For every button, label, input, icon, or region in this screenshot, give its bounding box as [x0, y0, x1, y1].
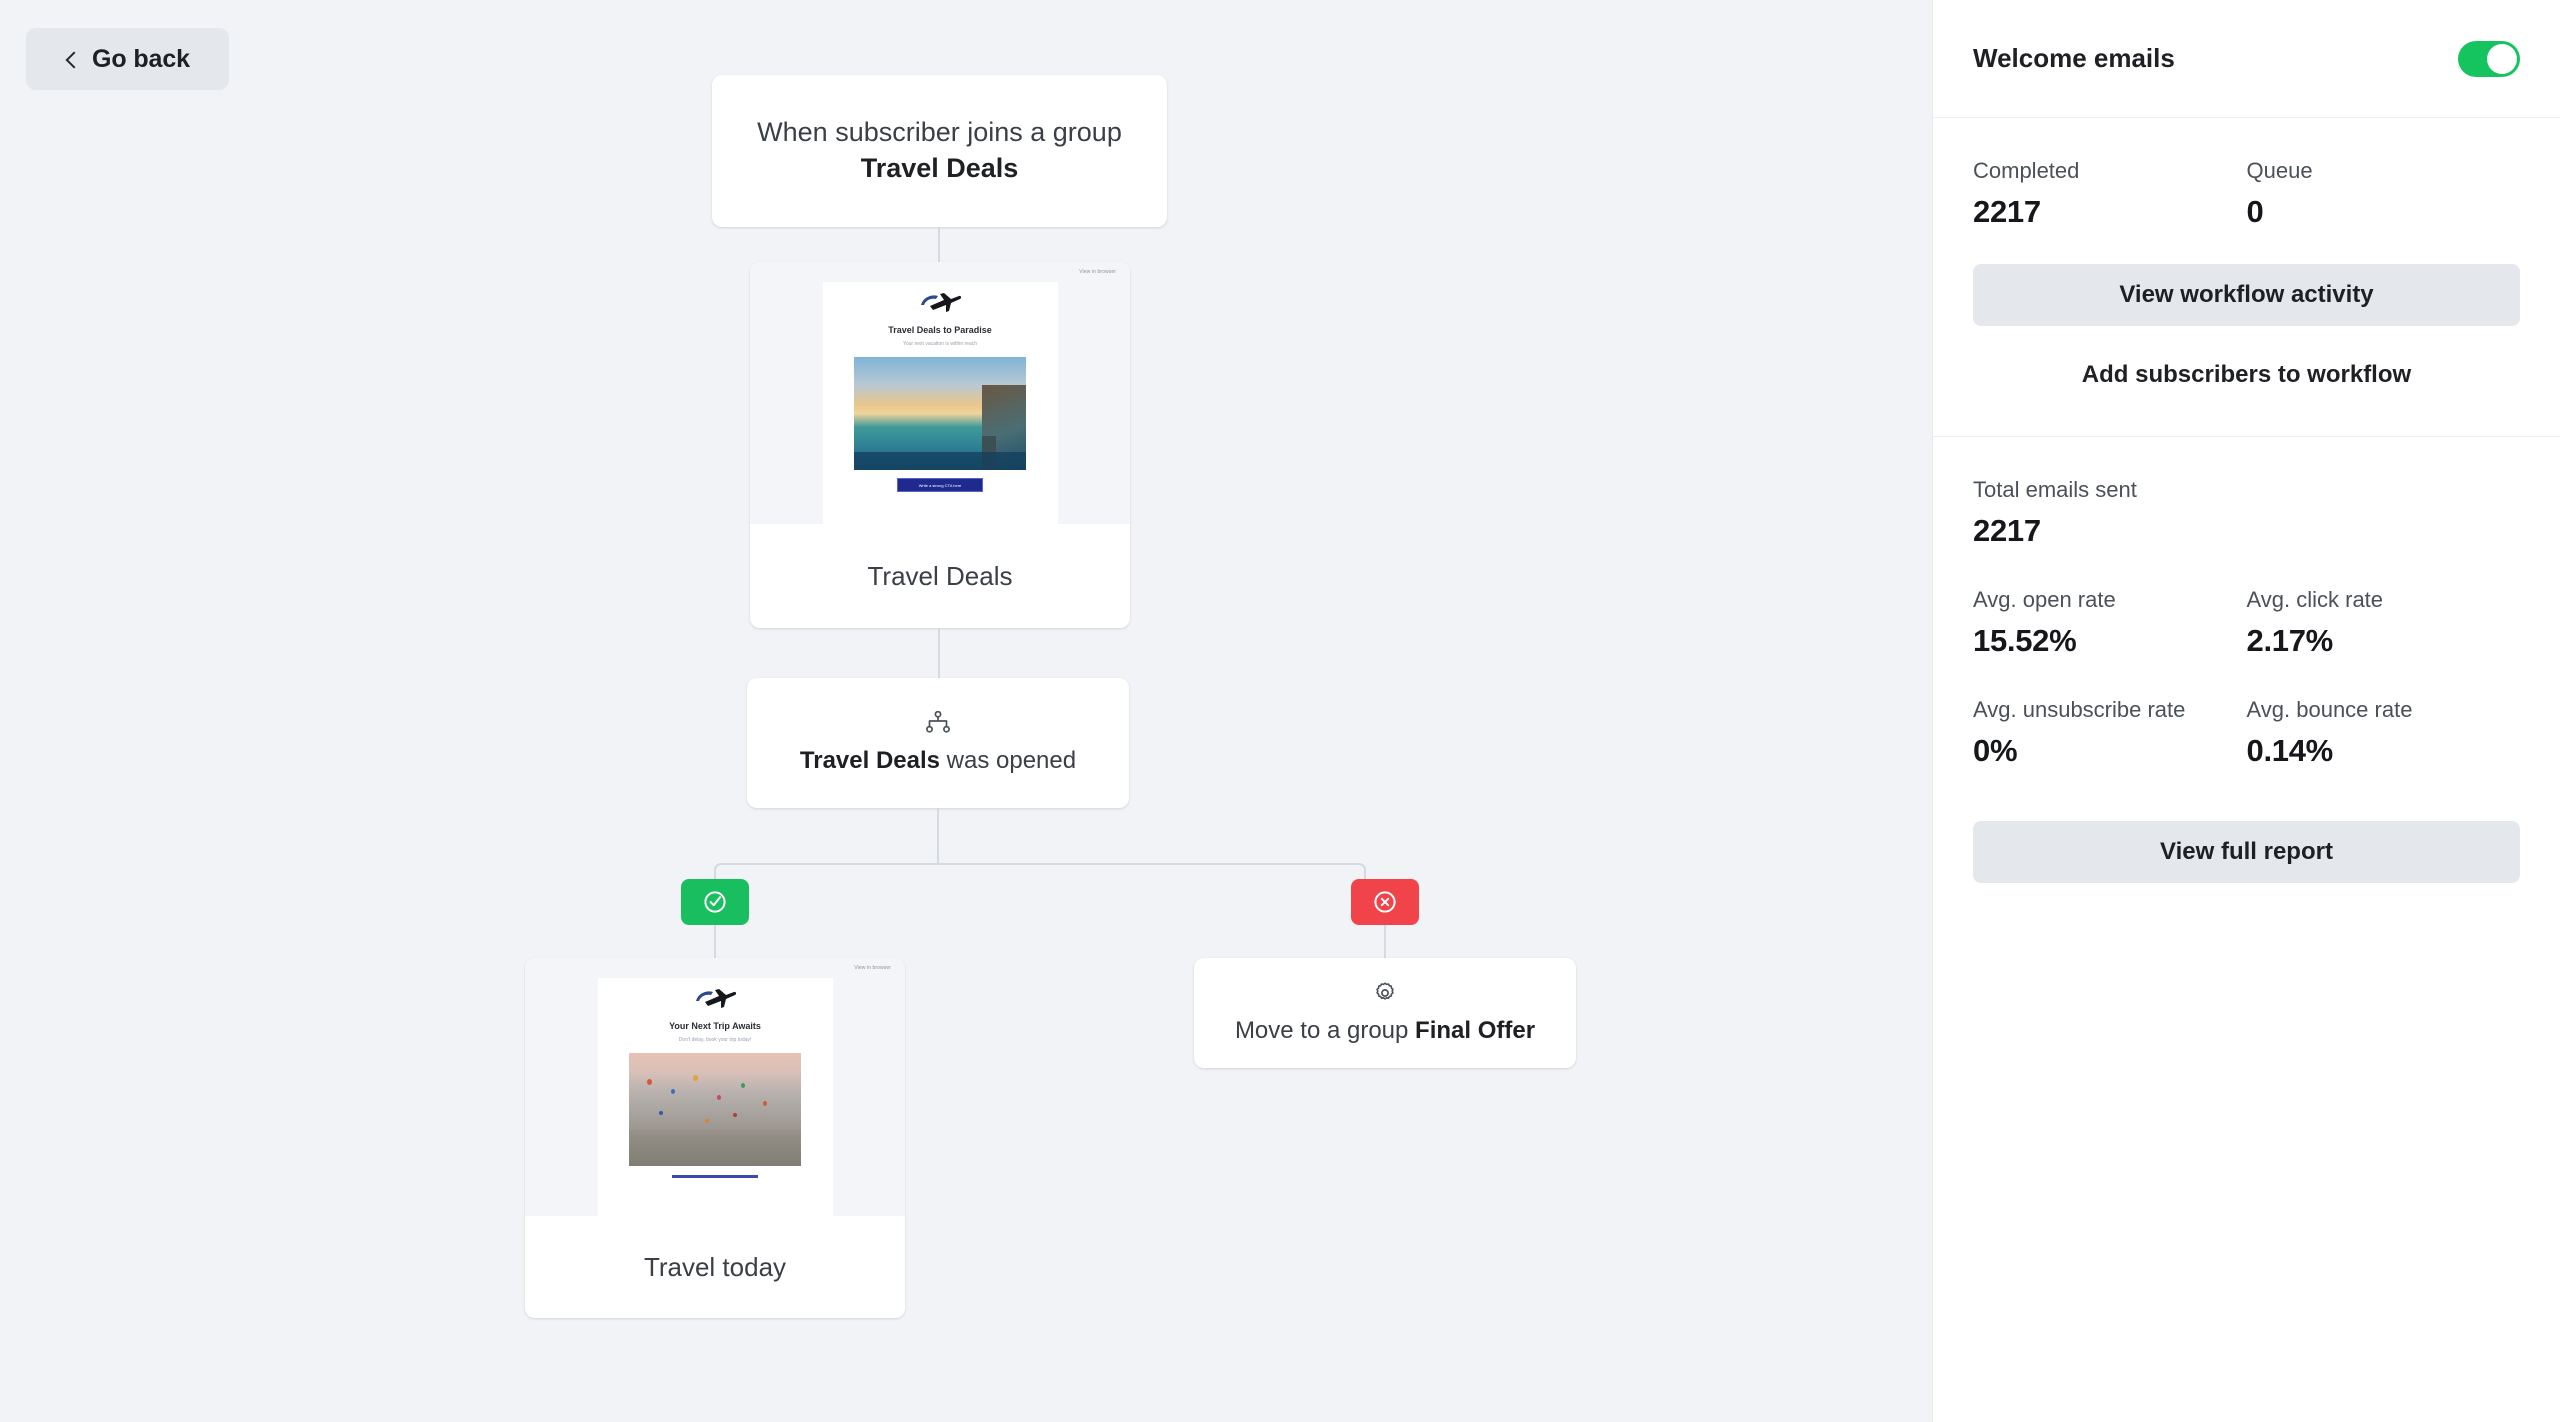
stat-open-rate-label: Avg. open rate: [1973, 587, 2116, 612]
trigger-node[interactable]: When subscriber joins a group Travel Dea…: [712, 75, 1167, 227]
stat-bounce-rate: Avg. bounce rate 0.14%: [2247, 697, 2521, 769]
stat-completed-value: 2217: [1973, 194, 2041, 229]
branch-split-icon: [926, 711, 950, 733]
stat-open-rate-value: 15.52%: [1973, 623, 2077, 658]
panel-section-status: Completed 2217 Queue 0 View workflow act…: [1933, 118, 2560, 437]
email-hero-image-travel-deals: [854, 357, 1026, 470]
go-back-button[interactable]: Go back: [26, 28, 229, 90]
email-node-name-travel-today: Travel today: [525, 1216, 905, 1318]
panel-header: Welcome emails: [1933, 0, 2560, 118]
view-workflow-activity-label: View workflow activity: [2119, 281, 2374, 308]
connector-email1-to-condition: [938, 628, 940, 678]
view-in-browser-link-2: View in browser: [854, 965, 891, 971]
email-preview-topbar: View in browser: [750, 262, 1130, 282]
email-headline-travel-today: Your Next Trip Awaits: [669, 1021, 761, 1031]
stat-queue-label: Queue: [2246, 158, 2313, 183]
branch-connector-svg: [714, 808, 1366, 883]
stat-queue: Queue 0: [2247, 158, 2521, 230]
action-text-prefix: Move to a group: [1234, 1017, 1416, 1044]
action-node-text: Move to a group Final Offer: [1235, 1017, 1535, 1045]
trigger-text-bold: Travel Deals: [860, 153, 1019, 183]
view-workflow-activity-button[interactable]: View workflow activity: [1973, 264, 2520, 326]
panel-section-metrics: Total emails sent 2217 Avg. open rate 15…: [1933, 437, 2560, 923]
condition-text-bold: Travel Deals: [799, 747, 940, 774]
stat-unsubscribe-rate-value: 0%: [1973, 733, 2018, 768]
email-body-travel-deals: Travel Deals to Paradise Your next vacat…: [822, 282, 1058, 524]
airplane-logo-icon-2: [696, 989, 737, 1008]
stat-completed-label: Completed: [1973, 158, 2080, 183]
action-node-move-group[interactable]: Move to a group Final Offer: [1194, 958, 1576, 1068]
email-preview-travel-deals: View in browser Travel Deals to Paradise…: [750, 262, 1130, 524]
stat-total-sent: Total emails sent 2217: [1973, 477, 2520, 549]
connector-no-to-action: [1384, 925, 1386, 958]
panel-title: Welcome emails: [1973, 43, 2175, 73]
branch-yes-badge[interactable]: [681, 879, 749, 925]
email-cta-travel-deals[interactable]: Write a strong CTA here: [897, 478, 983, 492]
email-node-travel-today[interactable]: View in browser Your Next Trip Awaits Do…: [525, 958, 905, 1318]
view-in-browser-link: View in browser: [1079, 269, 1116, 275]
check-circle-icon: [704, 891, 726, 913]
email-node-travel-deals[interactable]: View in browser Travel Deals to Paradise…: [750, 262, 1130, 628]
view-full-report-button[interactable]: View full report: [1973, 821, 2520, 883]
branch-no-badge[interactable]: [1351, 879, 1419, 925]
condition-node-text: Travel Deals was opened: [800, 747, 1076, 775]
stat-click-rate-label: Avg. click rate: [2246, 587, 2384, 612]
email-hero-image-travel-today: [629, 1053, 801, 1166]
workflow-details-panel: Welcome emails Completed 2217 Queue 0 Vi…: [1932, 0, 2560, 1422]
email-subheadline-travel-today: Don't delay, book your trip today!: [678, 1037, 752, 1043]
email-node-name-travel-deals: Travel Deals: [750, 524, 1130, 628]
branch-connectors: [680, 808, 1400, 883]
chevron-left-icon: [65, 53, 78, 66]
status-stat-row: Completed 2217 Queue 0: [1973, 158, 2520, 230]
condition-text-suffix: was opened: [940, 747, 1077, 774]
stat-total-sent-label: Total emails sent: [1973, 477, 2137, 502]
stat-bounce-rate-label: Avg. bounce rate: [2246, 697, 2413, 722]
stat-completed: Completed 2217: [1973, 158, 2247, 230]
x-circle-icon: [1374, 891, 1396, 913]
trigger-text-prefix: When subscriber joins a group: [757, 117, 1122, 148]
email-cta-label: Write a strong CTA here: [918, 482, 962, 488]
connector-trigger-to-email1: [938, 227, 940, 262]
action-text-bold: Final Offer: [1415, 1017, 1536, 1044]
workflow-enabled-toggle[interactable]: [2458, 40, 2520, 77]
stat-click-rate: Avg. click rate 2.17%: [2247, 587, 2521, 659]
stat-unsubscribe-rate: Avg. unsubscribe rate 0%: [1973, 697, 2247, 769]
stat-bounce-rate-value: 0.14%: [2246, 733, 2334, 768]
condition-node-opened[interactable]: Travel Deals was opened: [747, 678, 1129, 808]
metrics-row-2: Avg. unsubscribe rate 0% Avg. bounce rat…: [1973, 697, 2520, 769]
go-back-label: Go back: [92, 44, 190, 73]
email-subheadline-travel-deals: Your next vacation is within reach: [902, 341, 978, 347]
trigger-node-text: When subscriber joins a group Travel Dea…: [748, 115, 1131, 187]
email-body-travel-today: Your Next Trip Awaits Don't delay, book …: [597, 978, 833, 1216]
stat-total-sent-value: 2217: [1973, 513, 2041, 548]
airplane-logo-icon: [921, 293, 962, 312]
add-subscribers-label: Add subscribers to workflow: [2081, 361, 2412, 388]
stat-open-rate: Avg. open rate 15.52%: [1973, 587, 2247, 659]
stat-queue-value: 0: [2246, 194, 2264, 229]
workflow-canvas[interactable]: Go back When subscriber joins a group Tr…: [0, 0, 1932, 1422]
workflow-editor-app: Go back When subscriber joins a group Tr…: [0, 0, 2560, 1422]
view-full-report-label: View full report: [2160, 838, 2333, 865]
email-preview-topbar-2: View in browser: [525, 958, 905, 978]
stat-click-rate-value: 2.17%: [2246, 623, 2334, 658]
email-cta-bar-travel-today: [672, 1175, 758, 1178]
gear-icon: [1376, 982, 1394, 1000]
metrics-row-1: Avg. open rate 15.52% Avg. click rate 2.…: [1973, 587, 2520, 659]
connector-yes-to-email2: [714, 925, 716, 958]
add-subscribers-button[interactable]: Add subscribers to workflow: [1973, 354, 2520, 396]
stat-unsubscribe-rate-label: Avg. unsubscribe rate: [1973, 697, 2186, 722]
email-headline-travel-deals: Travel Deals to Paradise: [888, 325, 992, 335]
email-preview-travel-today: View in browser Your Next Trip Awaits Do…: [525, 958, 905, 1216]
